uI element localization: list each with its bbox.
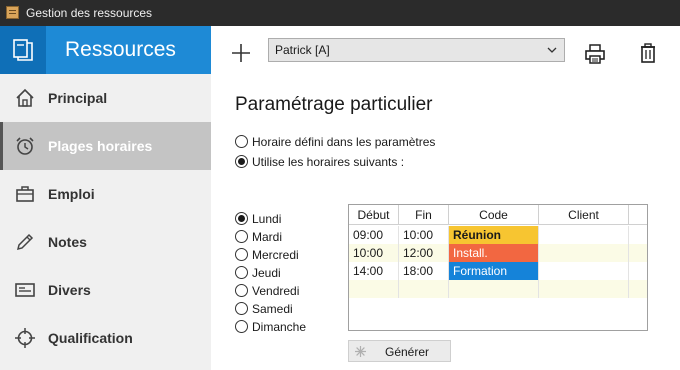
day-label: Dimanche — [252, 320, 307, 334]
day-radio-samedi[interactable]: Samedi — [235, 301, 325, 317]
window-titlebar: Gestion des ressources — [0, 0, 680, 26]
cell-debut[interactable]: 10:00 — [349, 244, 399, 262]
cell-code[interactable]: Install. — [449, 244, 539, 262]
radio-horaire-parametres[interactable]: Horaire défini dans les paramètres — [235, 134, 465, 150]
day-radio-jeudi[interactable]: Jeudi — [235, 265, 325, 281]
cell-debut[interactable]: 09:00 — [349, 226, 399, 244]
radio-circle — [235, 248, 248, 261]
alarm-clock-icon — [16, 137, 34, 155]
trash-icon[interactable] — [638, 42, 658, 64]
radio-label: Utilise les horaires suivants : — [252, 155, 405, 169]
day-label: Mercredi — [252, 248, 299, 262]
generate-button[interactable]: Générer — [348, 340, 451, 362]
radio-horaires-suivants[interactable]: Utilise les horaires suivants : — [235, 154, 435, 170]
cell-code[interactable]: Formation — [449, 262, 539, 280]
day-radio-lundi[interactable]: Lundi — [235, 211, 325, 227]
day-radio-vendredi[interactable]: Vendredi — [235, 283, 325, 299]
radio-circle — [235, 302, 248, 315]
cell-client[interactable] — [539, 244, 629, 262]
sidebar-title: Ressources — [65, 38, 176, 61]
day-label: Vendredi — [252, 284, 300, 298]
home-icon — [16, 88, 34, 107]
table-row-empty[interactable] — [349, 280, 647, 298]
column-header-code[interactable]: Code — [449, 205, 539, 225]
sidebar-item-label: Qualification — [48, 330, 133, 346]
sidebar-item-label: Principal — [48, 90, 108, 106]
cell-debut[interactable] — [349, 280, 399, 298]
sidebar-item-qualification[interactable]: Qualification — [0, 314, 211, 362]
column-header-filler — [629, 205, 647, 225]
resource-select-value: Patrick [A] — [275, 43, 330, 57]
radio-circle — [235, 135, 248, 148]
day-label: Jeudi — [252, 266, 281, 280]
chevron-down-icon — [547, 47, 557, 53]
sidebar-item-label: Notes — [48, 234, 87, 250]
generate-button-label: Générer — [385, 345, 430, 359]
cell-fin[interactable] — [399, 280, 449, 298]
day-label: Lundi — [252, 212, 282, 226]
sidebar-item-emploi[interactable]: Emploi — [0, 170, 211, 218]
cell-code[interactable] — [449, 280, 539, 298]
radio-circle — [235, 212, 248, 225]
resource-select[interactable]: Patrick [A] — [268, 38, 565, 62]
cell-fin[interactable]: 10:00 — [399, 226, 449, 244]
cell-client[interactable] — [539, 280, 629, 298]
add-icon[interactable] — [230, 42, 252, 64]
window-title: Gestion des ressources — [26, 6, 153, 20]
cell-fin[interactable]: 18:00 — [399, 262, 449, 280]
cell-debut[interactable]: 14:00 — [349, 262, 399, 280]
sidebar-item-principal[interactable]: Principal — [0, 74, 211, 122]
day-label: Samedi — [252, 302, 293, 316]
radio-circle — [235, 284, 248, 297]
column-header-client[interactable]: Client — [539, 205, 629, 225]
day-radio-mardi[interactable]: Mardi — [235, 229, 325, 245]
section-title: Paramétrage particulier — [235, 94, 433, 115]
cell-fin[interactable]: 12:00 — [399, 244, 449, 262]
sidebar-item-plages-horaires[interactable]: Plages horaires — [0, 122, 211, 170]
table-row[interactable]: 09:00 10:00 Réunion — [349, 226, 647, 244]
pencil-icon — [16, 233, 34, 251]
day-label: Mardi — [252, 230, 283, 244]
grid-header: Début Fin Code Client — [349, 205, 647, 225]
table-row[interactable]: 10:00 12:00 Install. — [349, 244, 647, 262]
column-header-fin[interactable]: Fin — [399, 205, 449, 225]
resources-icon[interactable] — [0, 26, 46, 74]
sidebar-item-divers[interactable]: Divers — [0, 266, 211, 314]
sidebar-item-label: Divers — [48, 282, 91, 298]
column-header-debut[interactable]: Début — [349, 205, 399, 225]
schedule-grid[interactable]: Début Fin Code Client 09:00 10:00 Réunio… — [348, 204, 648, 331]
briefcase-icon — [16, 186, 34, 202]
day-radio-dimanche[interactable]: Dimanche — [235, 319, 325, 335]
id-card-icon — [15, 283, 35, 297]
table-row[interactable]: 14:00 18:00 Formation — [349, 262, 647, 280]
sidebar: Ressources Principal Plages horaires Emp… — [0, 26, 211, 370]
radio-circle — [235, 155, 248, 168]
sparkle-icon — [355, 346, 366, 357]
sidebar-item-label: Emploi — [48, 186, 95, 202]
sidebar-item-label: Plages horaires — [48, 138, 153, 154]
radio-circle — [235, 320, 248, 333]
radio-label: Horaire défini dans les paramètres — [252, 135, 436, 149]
sidebar-header: Ressources — [0, 26, 211, 74]
day-radio-mercredi[interactable]: Mercredi — [235, 247, 325, 263]
printer-icon[interactable] — [584, 43, 606, 65]
crosshair-icon — [15, 328, 35, 348]
radio-circle — [235, 230, 248, 243]
cell-code[interactable]: Réunion — [449, 226, 539, 244]
cell-client[interactable] — [539, 262, 629, 280]
app-icon — [6, 6, 19, 19]
cell-client[interactable] — [539, 226, 629, 244]
radio-circle — [235, 266, 248, 279]
sidebar-item-notes[interactable]: Notes — [0, 218, 211, 266]
